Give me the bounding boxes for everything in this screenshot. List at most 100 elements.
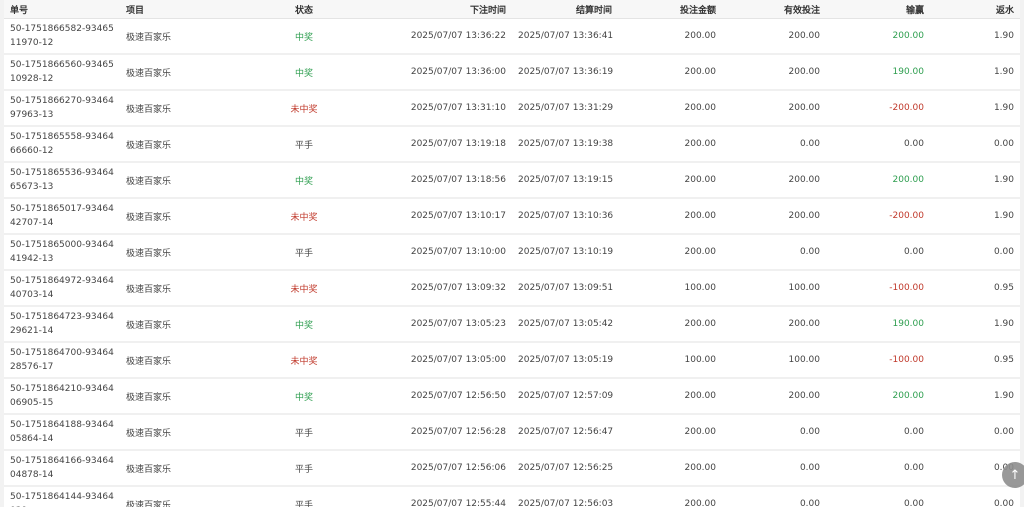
project-cell: 极速百家乐 — [120, 91, 240, 127]
settle-time-cell: 2025/07/07 13:05:42 — [512, 307, 618, 343]
bet-time-cell: 2025/07/07 12:56:50 — [368, 379, 512, 415]
table-row[interactable]: 50-1751864210-9346406905-15 极速百家乐 中奖 2025/0… — [4, 379, 1020, 415]
order-id-cell: 50-1751864166-9346404878-14 — [4, 451, 120, 487]
valid-bet-cell: 200.00 — [722, 163, 826, 199]
bet-time-cell: 2025/07/07 13:10:00 — [368, 235, 512, 271]
settle-time-cell: 2025/07/07 13:09:51 — [512, 271, 618, 307]
table-header-row: 单号 项目 状态 下注时间 结算时间 投注金额 有效投注 输赢 返水 — [4, 0, 1020, 19]
project-cell: 极速百家乐 — [120, 55, 240, 91]
table-row[interactable]: 50-1751866582-9346511970-12 极速百家乐 中奖 2025/0… — [4, 19, 1020, 55]
order-id-cell: 50-1751865558-9346466660-12 — [4, 127, 120, 163]
bet-time-cell: 2025/07/07 13:09:32 — [368, 271, 512, 307]
table-row[interactable]: 50-1751865558-9346466660-12 极速百家乐 平手 2025/0… — [4, 127, 1020, 163]
status-cell: 平手 — [240, 415, 368, 451]
column-header-win-loss[interactable]: 输赢 — [826, 0, 930, 19]
status-cell: 中奖 — [240, 307, 368, 343]
status-cell: 未中奖 — [240, 199, 368, 235]
win-loss-cell: 200.00 — [826, 163, 930, 199]
project-cell: 极速百家乐 — [120, 379, 240, 415]
column-header-order-id[interactable]: 单号 — [4, 0, 120, 19]
bet-time-cell: 2025/07/07 13:05:00 — [368, 343, 512, 379]
scroll-to-top-button[interactable]: ↑ — [1002, 462, 1024, 488]
bet-amount-cell: 200.00 — [618, 91, 722, 127]
win-loss-cell: 0.00 — [826, 235, 930, 271]
bet-time-cell: 2025/07/07 13:10:17 — [368, 199, 512, 235]
bet-amount-cell: 200.00 — [618, 379, 722, 415]
table-row[interactable]: 50-1751864144-93464039极速百家乐平手2025/07/07 … — [4, 487, 1020, 507]
valid-bet-cell: 100.00 — [722, 271, 826, 307]
bet-amount-cell: 200.00 — [618, 199, 722, 235]
bet-time-cell: 2025/07/07 12:55:44 — [368, 487, 512, 507]
rebate-cell: 0.95 — [930, 271, 1020, 307]
valid-bet-cell: 200.00 — [722, 199, 826, 235]
valid-bet-cell: 100.00 — [722, 343, 826, 379]
bet-time-cell: 2025/07/07 13:31:10 — [368, 91, 512, 127]
table-row[interactable]: 50-1751865000-9346441942-13 极速百家乐 平手 2025/0… — [4, 235, 1020, 271]
project-cell: 极速百家乐 — [120, 271, 240, 307]
table-row[interactable]: 50-1751866560-9346510928-12 极速百家乐 中奖 2025/0… — [4, 55, 1020, 91]
order-id-cell: 50-1751866270-9346497963-13 — [4, 91, 120, 127]
settle-time-cell: 2025/07/07 13:05:19 — [512, 343, 618, 379]
win-loss-cell: -200.00 — [826, 199, 930, 235]
valid-bet-cell: 0.00 — [722, 415, 826, 451]
order-id-cell: 50-1751864144-93464039 — [4, 487, 120, 507]
project-cell: 极速百家乐 — [120, 343, 240, 379]
settle-time-cell: 2025/07/07 12:56:47 — [512, 415, 618, 451]
order-id-cell: 50-1751865000-9346441942-13 — [4, 235, 120, 271]
rebate-cell: 0.00 — [930, 127, 1020, 163]
win-loss-cell: 200.00 — [826, 19, 930, 55]
project-cell: 极速百家乐 — [120, 19, 240, 55]
bet-history-page: 单号 项目 状态 下注时间 结算时间 投注金额 有效投注 输赢 返水 50-17… — [0, 0, 1024, 507]
valid-bet-cell: 0.00 — [722, 451, 826, 487]
column-header-status[interactable]: 状态 — [240, 0, 368, 19]
table-row[interactable]: 50-1751865017-9346442707-14 极速百家乐 未中奖 2025/… — [4, 199, 1020, 235]
win-loss-cell: 0.00 — [826, 487, 930, 507]
bet-time-cell: 2025/07/07 12:56:28 — [368, 415, 512, 451]
bet-time-cell: 2025/07/07 13:19:18 — [368, 127, 512, 163]
column-header-rebate[interactable]: 返水 — [930, 0, 1020, 19]
table-row[interactable]: 50-1751864166-9346404878-14 极速百家乐 平手 2025/0… — [4, 451, 1020, 487]
table-row[interactable]: 50-1751864700-9346428576-17 极速百家乐 未中奖 2025/… — [4, 343, 1020, 379]
status-cell: 平手 — [240, 235, 368, 271]
table-row[interactable]: 50-1751864723-9346429621-14 极速百家乐 中奖 2025/0… — [4, 307, 1020, 343]
rebate-cell: 1.90 — [930, 55, 1020, 91]
table-row[interactable]: 50-1751866270-9346497963-13 极速百家乐 未中奖 2025/… — [4, 91, 1020, 127]
win-loss-cell: -200.00 — [826, 91, 930, 127]
order-id-cell: 50-1751864700-9346428576-17 — [4, 343, 120, 379]
valid-bet-cell: 200.00 — [722, 91, 826, 127]
settle-time-cell: 2025/07/07 13:36:19 — [512, 55, 618, 91]
status-cell: 中奖 — [240, 19, 368, 55]
table-row[interactable]: 50-1751864188-9346405864-14 极速百家乐 平手 2025/0… — [4, 415, 1020, 451]
valid-bet-cell: 200.00 — [722, 19, 826, 55]
order-id-cell: 50-1751866582-9346511970-12 — [4, 19, 120, 55]
win-loss-cell: 0.00 — [826, 451, 930, 487]
table-row[interactable]: 50-1751864972-9346440703-14 极速百家乐 未中奖 2025/… — [4, 271, 1020, 307]
rebate-cell: 1.90 — [930, 19, 1020, 55]
order-id-cell: 50-1751864188-9346405864-14 — [4, 415, 120, 451]
bet-amount-cell: 200.00 — [618, 415, 722, 451]
project-cell: 极速百家乐 — [120, 487, 240, 507]
win-loss-cell: 190.00 — [826, 307, 930, 343]
column-header-bet-amount[interactable]: 投注金额 — [618, 0, 722, 19]
valid-bet-cell: 0.00 — [722, 487, 826, 507]
bet-amount-cell: 100.00 — [618, 271, 722, 307]
table-row[interactable]: 50-1751865536-9346465673-13 极速百家乐 中奖 2025/0… — [4, 163, 1020, 199]
order-id-cell: 50-1751866560-9346510928-12 — [4, 55, 120, 91]
column-header-bet-time[interactable]: 下注时间 — [368, 0, 512, 19]
rebate-cell: 0.00 — [930, 415, 1020, 451]
win-loss-cell: 0.00 — [826, 415, 930, 451]
settle-time-cell: 2025/07/07 12:57:09 — [512, 379, 618, 415]
status-cell: 中奖 — [240, 379, 368, 415]
settle-time-cell: 2025/07/07 13:10:19 — [512, 235, 618, 271]
column-header-valid-bet[interactable]: 有效投注 — [722, 0, 826, 19]
order-id-cell: 50-1751865017-9346442707-14 — [4, 199, 120, 235]
status-cell: 平手 — [240, 451, 368, 487]
status-cell: 未中奖 — [240, 91, 368, 127]
project-cell: 极速百家乐 — [120, 415, 240, 451]
bet-amount-cell: 200.00 — [618, 163, 722, 199]
column-header-project[interactable]: 项目 — [120, 0, 240, 19]
column-header-settle-time[interactable]: 结算时间 — [512, 0, 618, 19]
bet-time-cell: 2025/07/07 13:05:23 — [368, 307, 512, 343]
order-id-cell: 50-1751865536-9346465673-13 — [4, 163, 120, 199]
project-cell: 极速百家乐 — [120, 451, 240, 487]
